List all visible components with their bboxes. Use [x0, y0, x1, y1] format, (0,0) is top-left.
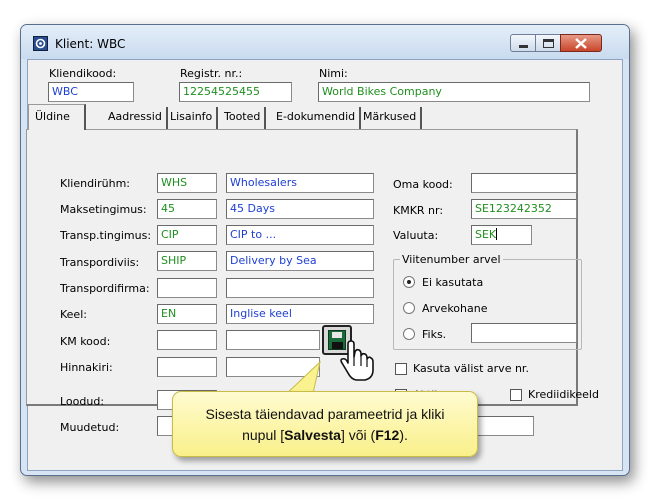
keel-label: Keel:: [60, 308, 87, 321]
km-kood-name-field[interactable]: [226, 330, 320, 350]
nimi-field[interactable]: World Bikes Company: [318, 82, 590, 102]
callout-text-b: ] või (: [340, 427, 376, 443]
kasuta-valist-checkbox[interactable]: [395, 363, 407, 375]
kliendikood-field[interactable]: WBC: [48, 82, 134, 102]
minimize-icon: [519, 45, 528, 48]
window-title: Klient: WBC: [55, 37, 126, 51]
radio-ei-kasutata[interactable]: [403, 276, 415, 288]
instruction-callout: Sisesta täiendavad parameetrid ja kliki …: [172, 391, 478, 457]
minimize-button[interactable]: [510, 34, 536, 52]
callout-text-a: nupul [: [242, 427, 285, 443]
tab-aadressid[interactable]: Aadressid: [104, 107, 168, 129]
kliendiruhm-code-field[interactable]: WHS: [157, 173, 217, 193]
maksetingimus-label: Maksetingimus:: [60, 203, 147, 216]
krediidikeeld-label: Krediidikeeld: [528, 388, 599, 401]
callout-salvesta: Salvesta: [284, 427, 341, 443]
maksetingimus-name-field[interactable]: 45 Days: [226, 199, 374, 219]
callout-line-2: nupul [Salvesta] või (F12).: [173, 425, 477, 446]
oma-kood-label: Oma kood:: [393, 178, 453, 191]
close-button[interactable]: [560, 34, 602, 52]
hand-cursor-icon: [340, 340, 374, 381]
maximize-button[interactable]: [535, 34, 561, 52]
transp-tingimus-label: Transp.tingimus:: [60, 229, 152, 242]
kmkr-field[interactable]: SE123242352: [471, 199, 577, 219]
callout-text-c: ).: [399, 427, 408, 443]
close-icon: [575, 38, 587, 49]
extra-field[interactable]: [470, 416, 534, 436]
fiks-field[interactable]: [471, 323, 577, 343]
tab-markused[interactable]: Märkused: [359, 107, 423, 129]
transpordiviis-label: Transpordiviis:: [60, 256, 140, 269]
app-gear-icon: [33, 36, 48, 51]
valuuta-label: Valuuta:: [393, 229, 439, 242]
tab-uldine[interactable]: Üldine: [28, 104, 86, 130]
radio-fiks-label: Fiks.: [422, 328, 447, 341]
oma-kood-field[interactable]: [471, 173, 577, 193]
km-kood-code-field[interactable]: [157, 330, 217, 350]
transpordifirma-name-field[interactable]: [226, 278, 374, 298]
text-cursor: [496, 228, 498, 240]
krediidikeeld-checkbox[interactable]: [510, 389, 522, 401]
loodud-label: Loodud:: [60, 395, 105, 408]
kmkr-label: KMKR nr:: [393, 204, 444, 217]
km-kood-label: KM kood:: [60, 335, 111, 348]
hinnakiri-label: Hinnakiri:: [60, 361, 113, 374]
maximize-icon: [543, 39, 554, 48]
viitenumber-legend: Viitenumber arvel: [402, 253, 501, 266]
callout-line-1: Sisesta täiendavad parameetrid ja kliki: [205, 406, 445, 422]
kliendikood-label: Kliendikood:: [49, 67, 117, 80]
transpordiviis-name-field[interactable]: Delivery by Sea: [226, 251, 374, 271]
kasuta-valist-label: Kasuta välist arve nr.: [413, 362, 529, 375]
valuuta-field[interactable]: SEK: [471, 225, 532, 245]
radio-arvekohane[interactable]: [403, 302, 415, 314]
transp-tingimus-code-field[interactable]: CIP: [157, 225, 217, 245]
hinnakiri-code-field[interactable]: [157, 357, 217, 377]
registr-field[interactable]: 12254525455: [179, 82, 292, 102]
tab-lisainfo[interactable]: Lisainfo: [166, 107, 219, 129]
transpordifirma-label: Transpordifirma:: [60, 282, 150, 295]
tab-tooted[interactable]: Tooted: [220, 107, 267, 129]
transpordiviis-code-field[interactable]: SHIP: [157, 251, 217, 271]
kliendiruhm-label: Kliendirühm:: [60, 177, 130, 190]
callout-f12: F12: [375, 427, 400, 443]
tab-e-dokumendid[interactable]: E-dokumendid: [272, 107, 362, 129]
maksetingimus-code-field[interactable]: 45: [157, 199, 217, 219]
muudetud-label: Muudetud:: [60, 421, 120, 434]
keel-name-field[interactable]: Inglise keel: [226, 304, 374, 324]
transp-tingimus-name-field[interactable]: CIP to ...: [226, 225, 374, 245]
registr-label: Registr. nr.:: [180, 67, 243, 80]
kliendiruhm-name-field[interactable]: Wholesalers: [226, 173, 374, 193]
valuuta-value: SEK: [475, 228, 497, 241]
radio-arvekohane-label: Arvekohane: [422, 302, 488, 315]
transpordifirma-code-field[interactable]: [157, 278, 217, 298]
radio-ei-kasutata-label: Ei kasutata: [422, 276, 484, 289]
title-bar[interactable]: Klient: WBC: [21, 25, 629, 59]
nimi-label: Nimi:: [319, 67, 348, 80]
radio-fiks[interactable]: [403, 328, 415, 340]
keel-code-field[interactable]: EN: [157, 304, 217, 324]
